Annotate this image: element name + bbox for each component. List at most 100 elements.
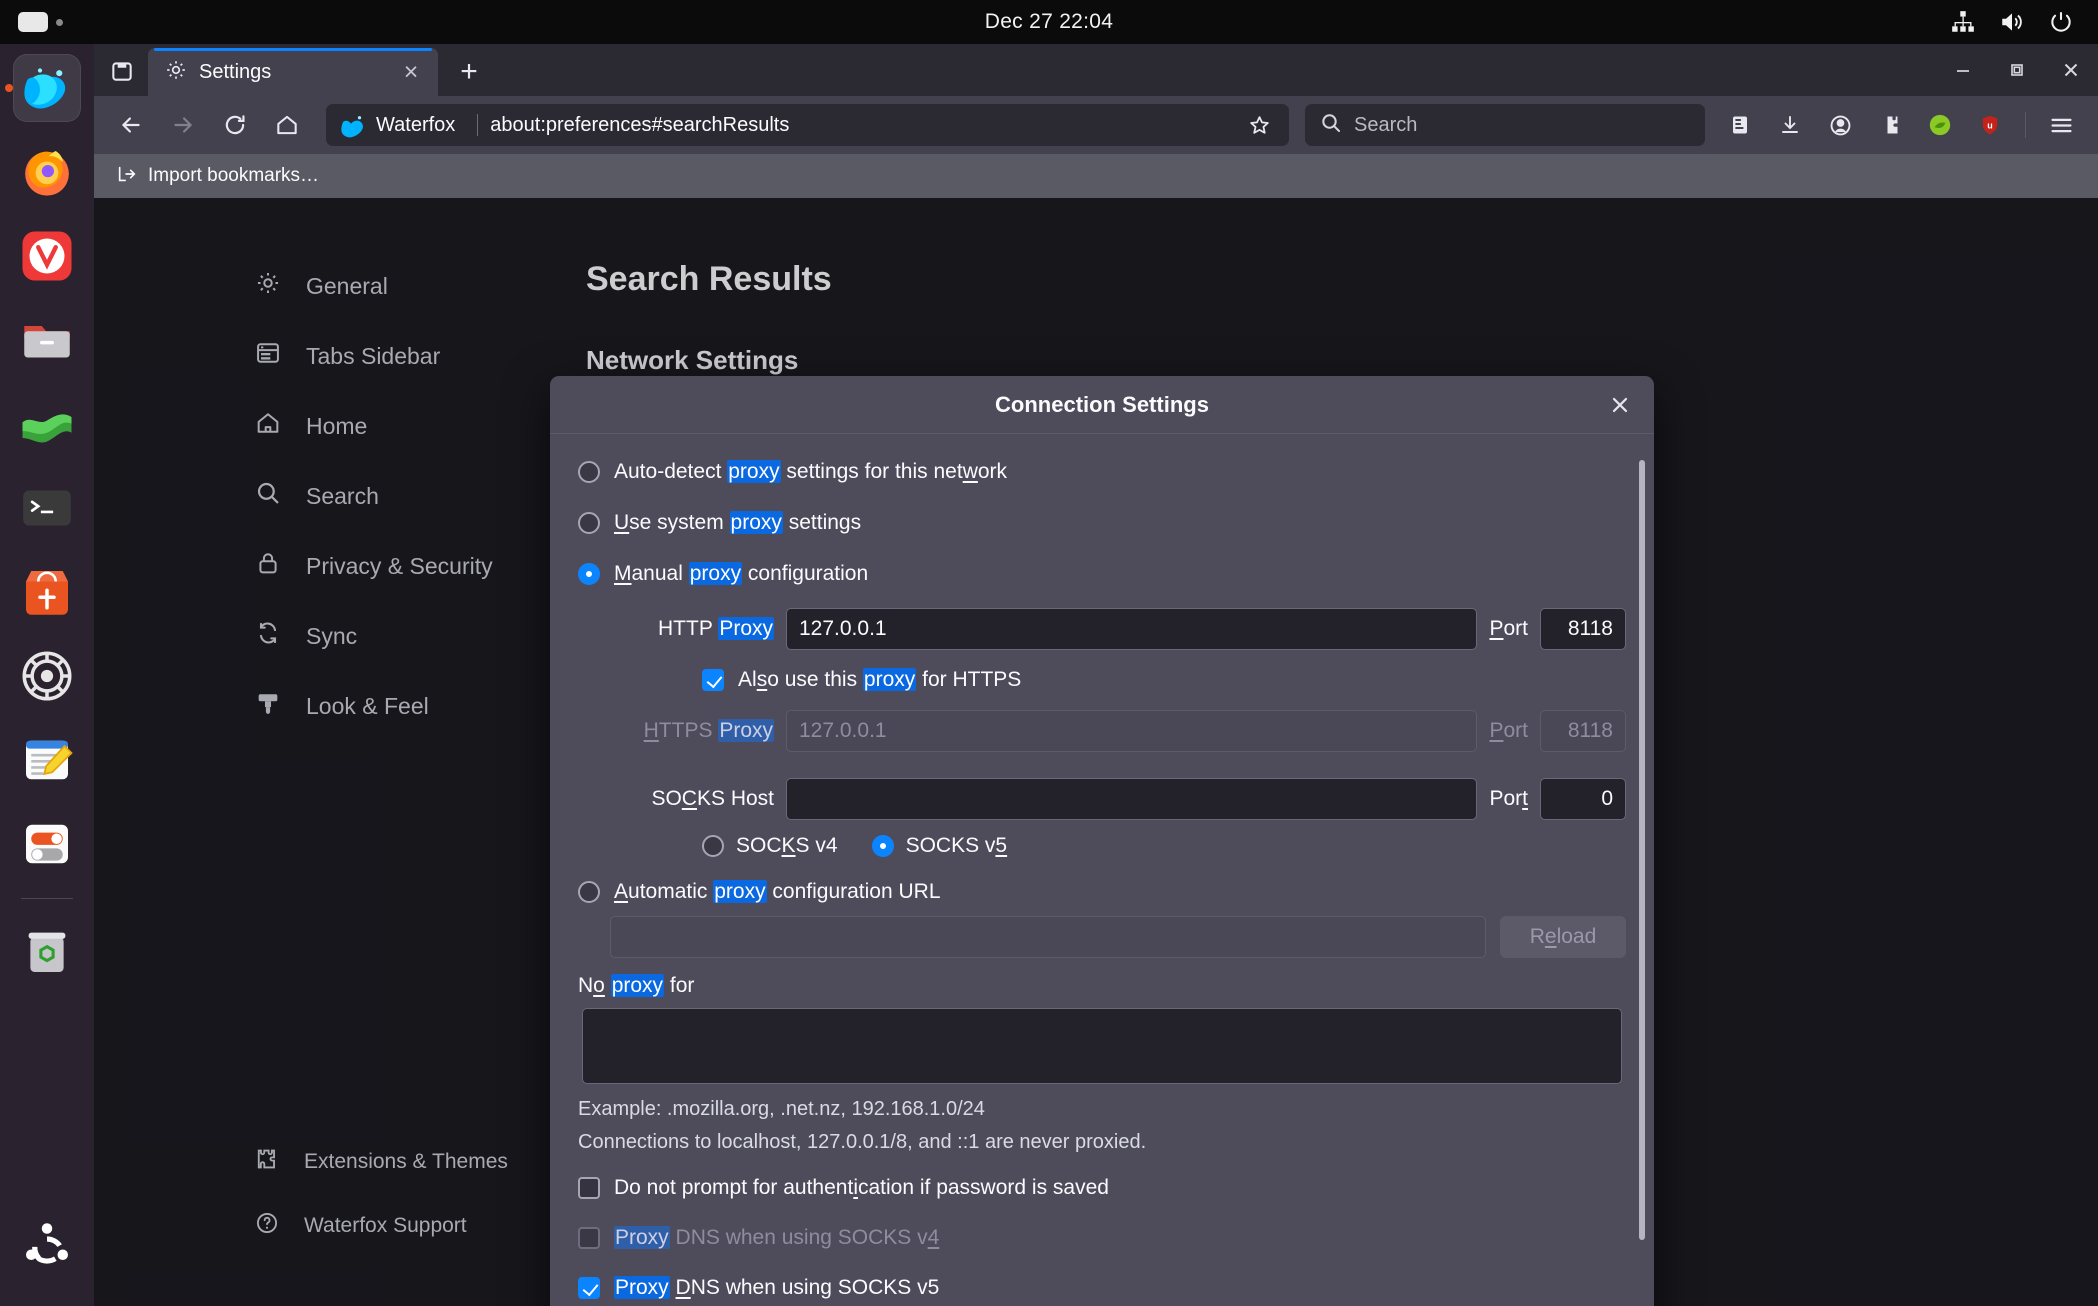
http-port-label: Port — [1489, 617, 1528, 641]
bookmark-star-icon[interactable] — [1241, 107, 1277, 143]
vivaldi-icon — [19, 228, 75, 284]
radio-indicator[interactable] — [578, 563, 600, 585]
radio-indicator[interactable] — [702, 835, 724, 857]
checkbox-proxy-dns-socks-v4[interactable]: Proxy DNS when using SOCKS v4 — [578, 1226, 1626, 1250]
green-app-icon — [19, 396, 75, 452]
bookmarks-toolbar: Import bookmarks… — [94, 154, 2098, 198]
forward-button[interactable] — [160, 102, 206, 148]
dock-item-text-editor[interactable] — [13, 726, 81, 794]
text-editor-icon — [19, 732, 75, 788]
back-button[interactable] — [108, 102, 154, 148]
pac-url-row: Reload — [610, 916, 1626, 958]
import-bookmarks-button[interactable]: Import bookmarks… — [108, 159, 327, 194]
scrollbar-thumb[interactable] — [1639, 460, 1645, 1240]
new-tab-button[interactable]: + — [448, 51, 490, 93]
search-bar[interactable]: Search — [1305, 104, 1705, 146]
close-window-button[interactable] — [2044, 44, 2098, 96]
dock-item-waterfox[interactable] — [13, 54, 81, 122]
window-controls — [1936, 44, 2098, 96]
home-button[interactable] — [264, 102, 310, 148]
radio-indicator[interactable] — [578, 512, 600, 534]
checkbox-no-auth-prompt[interactable]: Do not prompt for authentication if pass… — [578, 1176, 1626, 1200]
gear-icon — [164, 58, 188, 87]
checkbox-indicator[interactable] — [702, 669, 724, 691]
extension-green-icon[interactable] — [1917, 102, 1963, 148]
dock-item-trash[interactable] — [13, 917, 81, 985]
radio-auto-detect-proxy[interactable]: Auto-detect proxy settings for this netw… — [578, 460, 1626, 484]
waterfox-icon — [19, 60, 75, 116]
application-dock — [0, 44, 94, 1306]
dock-item-settings[interactable] — [13, 642, 81, 710]
https-port-input[interactable]: 8118 — [1540, 710, 1626, 752]
checkbox-label: Proxy DNS when using SOCKS v5 — [614, 1276, 939, 1300]
svg-text:u: u — [1987, 120, 1993, 130]
socks-port-input[interactable]: 0 — [1540, 778, 1626, 820]
dock-item-files[interactable] — [13, 306, 81, 374]
radio-indicator[interactable] — [872, 835, 894, 857]
ublock-origin-icon[interactable]: u — [1967, 102, 2013, 148]
http-proxy-input[interactable]: 127.0.0.1 — [786, 608, 1477, 650]
reload-button[interactable] — [212, 102, 258, 148]
checkbox-proxy-dns-socks-v5[interactable]: Proxy DNS when using SOCKS v5 — [578, 1276, 1626, 1300]
url-text[interactable]: about:preferences#searchResults — [490, 114, 1241, 137]
radio-use-system-proxy[interactable]: Use system proxy settings — [578, 511, 1626, 535]
account-icon[interactable] — [1817, 102, 1863, 148]
checkbox-label: Do not prompt for authentication if pass… — [614, 1176, 1109, 1200]
url-bar[interactable]: Waterfox about:preferences#searchResults — [326, 104, 1289, 146]
site-identity[interactable]: Waterfox — [340, 112, 490, 138]
checkbox-label: Also use this proxy for HTTPS — [738, 668, 1021, 692]
pac-url-input[interactable] — [610, 916, 1486, 958]
dialog-title: Connection Settings — [995, 392, 1209, 418]
https-proxy-input[interactable]: 127.0.0.1 — [786, 710, 1477, 752]
identity-separator — [477, 114, 478, 136]
socks-host-input[interactable] — [786, 778, 1477, 820]
no-proxy-label: No proxy for — [578, 974, 1626, 998]
reload-pac-button[interactable]: Reload — [1500, 916, 1626, 958]
checkbox-indicator[interactable] — [578, 1177, 600, 1199]
tab-settings[interactable]: Settings × — [148, 48, 438, 96]
dock-item-tweaks[interactable] — [13, 810, 81, 878]
dock-item-firefox[interactable] — [13, 138, 81, 206]
toolbar-separator — [2025, 112, 2026, 138]
dock-item-vivaldi[interactable] — [13, 222, 81, 290]
container-tabs-icon[interactable] — [1867, 102, 1913, 148]
https-proxy-label: HTTPS Proxy — [606, 719, 774, 743]
library-icon[interactable] — [1717, 102, 1763, 148]
no-proxy-textarea[interactable] — [582, 1008, 1622, 1084]
brand-label: Waterfox — [376, 114, 455, 137]
http-port-input[interactable]: 8118 — [1540, 608, 1626, 650]
close-icon[interactable] — [1602, 387, 1638, 423]
checkbox-indicator[interactable] — [578, 1277, 600, 1299]
radio-indicator[interactable] — [578, 461, 600, 483]
radio-automatic-proxy-config-url[interactable]: Automatic proxy configuration URL — [578, 880, 1626, 904]
radio-indicator[interactable] — [578, 881, 600, 903]
browser-window: Settings × + — [94, 44, 2098, 1306]
screen: Dec 27 22:04 — [0, 0, 2098, 1306]
maximize-button[interactable] — [1990, 44, 2044, 96]
close-tab-icon[interactable]: × — [396, 57, 426, 87]
https-proxy-row: HTTPS Proxy 127.0.0.1 Port 8118 — [578, 710, 1626, 752]
checkbox-label: Proxy DNS when using SOCKS v4 — [614, 1226, 939, 1250]
dock-item-green-app[interactable] — [13, 390, 81, 458]
minimize-button[interactable] — [1936, 44, 1990, 96]
checkbox-indicator[interactable] — [578, 1227, 600, 1249]
list-all-tabs-button[interactable] — [100, 49, 144, 93]
system-clock[interactable]: Dec 27 22:04 — [0, 10, 2098, 34]
dialog-scrollbar[interactable] — [1638, 460, 1646, 1306]
dock-item-ubuntu-software[interactable] — [13, 558, 81, 626]
ubuntu-logo-icon — [19, 1218, 75, 1274]
radio-label: Auto-detect proxy settings for this netw… — [614, 460, 1007, 484]
menu-icon[interactable] — [2038, 102, 2084, 148]
checkbox-also-use-proxy-for-https[interactable]: Also use this proxy for HTTPS — [702, 668, 1626, 692]
downloads-icon[interactable] — [1767, 102, 1813, 148]
tab-strip: Settings × + — [94, 44, 2098, 96]
radio-socks-v4[interactable]: SOCKS v4 — [702, 834, 838, 858]
toolbar-extension-icons: u — [1717, 102, 2084, 148]
radio-socks-v5[interactable]: SOCKS v5 — [872, 834, 1008, 858]
running-indicator-dot — [5, 84, 13, 92]
radio-label: SOCKS v5 — [906, 834, 1008, 858]
waterfox-favicon-icon — [340, 112, 366, 138]
radio-manual-proxy-configuration[interactable]: Manual proxy configuration — [578, 562, 1626, 586]
show-applications-button[interactable] — [13, 1212, 81, 1280]
dock-item-terminal[interactable] — [13, 474, 81, 542]
